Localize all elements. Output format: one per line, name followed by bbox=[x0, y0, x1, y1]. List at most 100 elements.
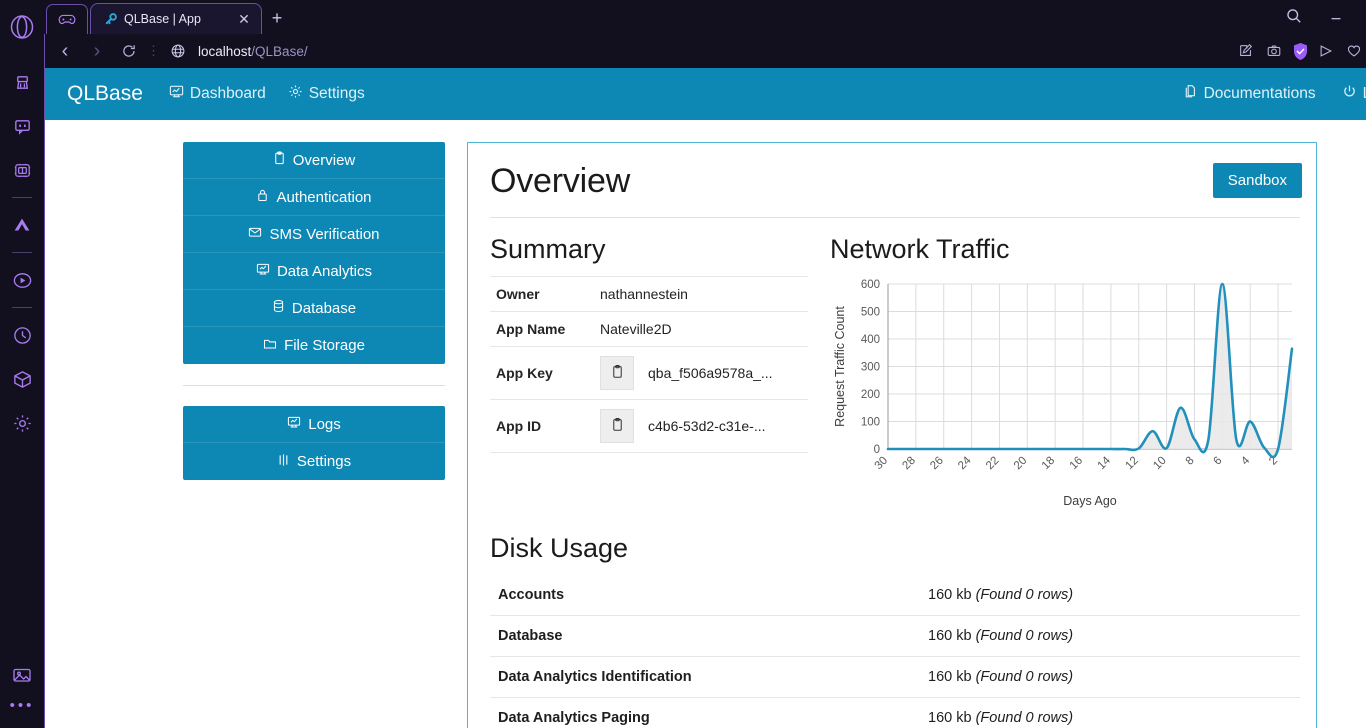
pinned-tab-gamepad[interactable] bbox=[46, 4, 88, 34]
summary-key: App Key bbox=[490, 346, 594, 401]
dashboard-chart-icon bbox=[169, 84, 184, 104]
page-title: Overview bbox=[490, 162, 631, 200]
reload-button[interactable] bbox=[115, 37, 143, 65]
minimize-icon[interactable] bbox=[1316, 1, 1356, 31]
disk-row-name: Data Analytics Identification bbox=[490, 656, 920, 699]
sidebar-item-label: Overview bbox=[292, 151, 356, 169]
disk-row-size: 160 kb (Found 0 rows) bbox=[920, 656, 1300, 699]
disk-usage-section: Disk Usage Accounts 160 kb (Found 0 rows… bbox=[488, 511, 1302, 728]
nav-settings[interactable]: Settings bbox=[288, 84, 365, 104]
nav-logout[interactable]: Logout bbox=[1342, 84, 1366, 104]
summary-value: Nateville2D bbox=[594, 311, 808, 348]
edit-pin-icon[interactable] bbox=[1235, 40, 1257, 62]
folder-icon bbox=[263, 337, 277, 355]
cleanup-broom-icon[interactable] bbox=[2, 60, 42, 104]
copy-app-id-button[interactable] bbox=[600, 409, 634, 444]
network-traffic-section: Network Traffic 0 100 200 300 400 500 600 30 28 2… bbox=[830, 234, 1300, 511]
chart-svg: 0 100 200 300 400 500 600 30 28 26 24 22 20 18 16 14 12 1… bbox=[833, 279, 1294, 508]
svg-text:26: 26 bbox=[928, 455, 946, 473]
sidebar-item-database[interactable]: Database bbox=[183, 290, 445, 327]
globe-icon bbox=[167, 40, 189, 62]
sidebar-item-logs[interactable]: Logs bbox=[183, 406, 445, 443]
sidebar-item-label: Logs bbox=[308, 415, 341, 433]
crypto-wallet-icon[interactable] bbox=[2, 148, 42, 192]
url-path: /QLBase/ bbox=[251, 43, 308, 59]
svg-text:400: 400 bbox=[861, 334, 880, 346]
database-icon bbox=[272, 299, 285, 317]
page-body: Overview Authentication SMS Verification… bbox=[45, 120, 1366, 728]
nav-dashboard[interactable]: Dashboard bbox=[169, 84, 266, 104]
summary-section: Summary Owner nathannestein App Name Nat… bbox=[490, 234, 808, 511]
url-host: localhost bbox=[198, 43, 252, 59]
more-dots-icon[interactable]: ••• bbox=[10, 697, 35, 728]
messenger-icon[interactable] bbox=[2, 104, 42, 148]
app-brand[interactable]: QLBase bbox=[67, 82, 143, 106]
opera-logo-icon[interactable] bbox=[2, 8, 42, 46]
copy-app-key-button[interactable] bbox=[600, 356, 634, 391]
summary-value-cell: c4b6-53d2-c31e-... bbox=[594, 399, 808, 454]
summary-key: Owner bbox=[490, 276, 594, 313]
sidebar-secondary-group: Logs Settings bbox=[183, 406, 445, 480]
send-icon[interactable] bbox=[1315, 40, 1337, 62]
back-button[interactable]: ‹ bbox=[51, 37, 79, 65]
vpn-shield-icon[interactable] bbox=[1291, 41, 1309, 61]
svg-text:6: 6 bbox=[1211, 455, 1224, 468]
app-navbar: QLBase Dashboard Settings Documentations bbox=[45, 68, 1366, 120]
envelope-icon bbox=[248, 225, 262, 243]
new-tab-button[interactable]: + bbox=[262, 3, 292, 34]
image-icon[interactable] bbox=[2, 653, 42, 697]
disk-row-name: Database bbox=[490, 615, 920, 658]
svg-text:28: 28 bbox=[900, 455, 918, 473]
url-field[interactable]: localhost/QLBase/ bbox=[161, 40, 1231, 62]
player-icon[interactable] bbox=[2, 258, 42, 302]
key-icon bbox=[103, 12, 117, 26]
nav-logout-label: Logout bbox=[1363, 85, 1366, 103]
sidebar-item-sms-verification[interactable]: SMS Verification bbox=[183, 216, 445, 253]
nav-dashboard-label: Dashboard bbox=[189, 85, 266, 102]
table-row: Database 160 kb (Found 0 rows) bbox=[490, 615, 1300, 658]
table-row: Accounts 160 kb (Found 0 rows) bbox=[490, 575, 1300, 617]
chart-title: Network Traffic bbox=[830, 234, 1010, 265]
svg-text:30: 30 bbox=[873, 455, 891, 473]
history-clock-icon[interactable] bbox=[2, 313, 42, 357]
browser-chrome: QLBase | App ✕ + ‹ › ⋮ localhost/QLBase/… bbox=[44, 0, 1366, 728]
forward-button[interactable]: › bbox=[83, 37, 111, 65]
copy-row: c4b6-53d2-c31e-... bbox=[600, 409, 802, 444]
size-note: (Found 0 rows) bbox=[975, 669, 1074, 686]
analytics-icon bbox=[256, 262, 270, 280]
app-key-value: qba_f506a9578a_... bbox=[648, 365, 773, 382]
summary-table: Owner nathannestein App Name Nateville2D bbox=[490, 276, 808, 454]
svg-text:16: 16 bbox=[1068, 455, 1086, 473]
svg-text:Days Ago: Days Ago bbox=[1063, 494, 1117, 508]
nav-documentations[interactable]: Documentations bbox=[1183, 84, 1316, 104]
svg-text:18: 18 bbox=[1040, 455, 1058, 473]
apex-flow-icon[interactable] bbox=[2, 203, 42, 247]
power-icon bbox=[1342, 84, 1357, 104]
heart-icon[interactable] bbox=[1343, 40, 1365, 62]
documents-icon bbox=[1183, 84, 1198, 104]
overview-columns: Summary Owner nathannestein App Name Nat… bbox=[488, 218, 1302, 511]
search-icon[interactable] bbox=[1274, 1, 1314, 31]
sidebar-item-overview[interactable]: Overview bbox=[183, 142, 445, 179]
sidebar-item-settings[interactable]: Settings bbox=[183, 443, 445, 480]
disk-usage-title: Disk Usage bbox=[490, 533, 629, 564]
rail-divider bbox=[12, 252, 32, 253]
snapshot-camera-icon[interactable] bbox=[1263, 40, 1285, 62]
browser-tab[interactable]: QLBase | App ✕ bbox=[90, 3, 262, 34]
svg-text:500: 500 bbox=[861, 307, 880, 319]
nav-settings-label: Settings bbox=[308, 85, 365, 102]
maximize-icon[interactable] bbox=[1358, 1, 1366, 31]
nav-documentations-label: Documentations bbox=[1203, 85, 1316, 102]
size-note: (Found 0 rows) bbox=[975, 628, 1074, 645]
copy-row: qba_f506a9578a_... bbox=[600, 356, 802, 391]
overview-card: Overview Sandbox Summary Owner nathannes… bbox=[467, 142, 1317, 728]
gear-icon[interactable] bbox=[2, 401, 42, 445]
sidebar-item-authentication[interactable]: Authentication bbox=[183, 179, 445, 216]
sidebar-item-file-storage[interactable]: File Storage bbox=[183, 327, 445, 364]
close-icon[interactable]: ✕ bbox=[235, 10, 253, 28]
sidebar-item-data-analytics[interactable]: Data Analytics bbox=[183, 253, 445, 290]
tab-title: QLBase | App bbox=[124, 12, 201, 26]
sandbox-button[interactable]: Sandbox bbox=[1212, 163, 1302, 198]
disk-row-name: Accounts bbox=[490, 575, 920, 617]
package-icon[interactable] bbox=[2, 357, 42, 401]
